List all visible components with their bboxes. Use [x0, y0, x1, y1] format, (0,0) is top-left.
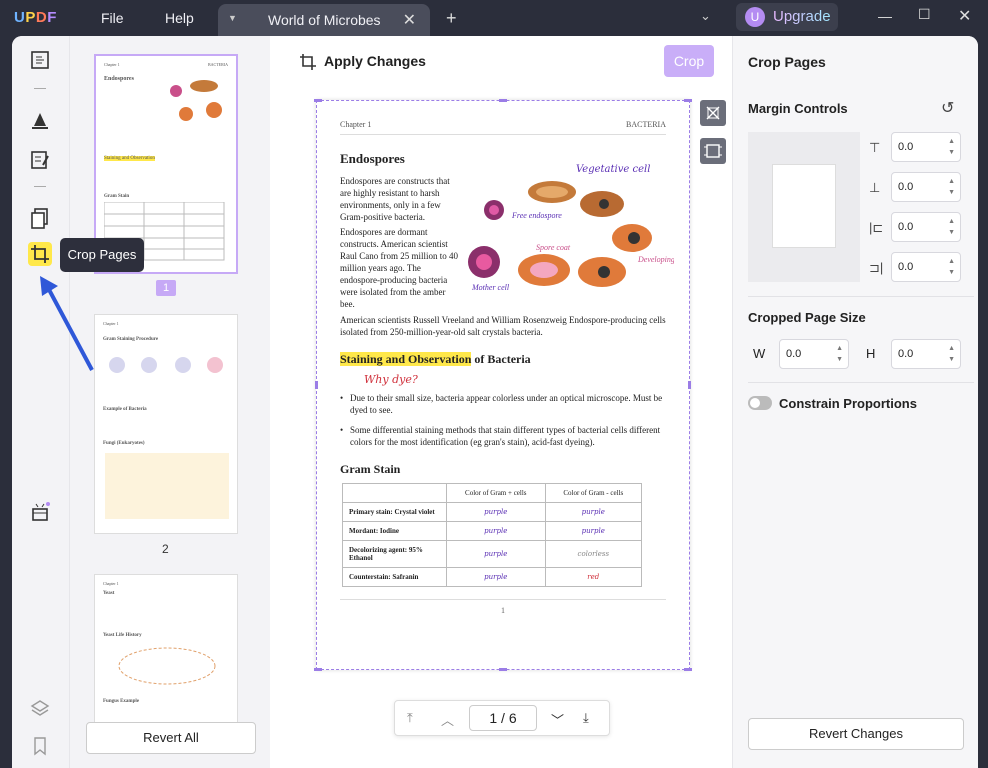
left-toolbar	[12, 36, 70, 768]
minimize-icon[interactable]: —	[878, 8, 892, 24]
margin-controls-label: Margin Controls	[748, 101, 848, 116]
new-tab-icon[interactable]: +	[446, 8, 457, 29]
title-bar: UPDF File Help ▼ World of Microbes ✕ + ⌄…	[0, 0, 988, 36]
crop-margin-icon[interactable]	[700, 138, 726, 164]
page-navigator: ⤒ ︿ 1 / 6 ﹀ ⤓	[394, 700, 610, 736]
prev-page-icon[interactable]: ︿	[441, 710, 454, 729]
crop-settings-panel: Crop Pages Margin Controls ↺ ⊤ ⊥ |⊏ ⊐| 0…	[732, 36, 978, 768]
constrain-proportions-toggle[interactable]	[748, 396, 772, 410]
page-label-1: 1	[156, 280, 176, 296]
cropped-size-label: Cropped Page Size	[748, 310, 866, 325]
upgrade-label: Upgrade	[773, 8, 831, 25]
upgrade-button[interactable]: U Upgrade	[736, 3, 838, 31]
width-label: W	[753, 346, 766, 361]
organize-pages-icon[interactable]	[28, 206, 52, 230]
last-page-icon[interactable]: ⤓	[583, 710, 589, 726]
revert-changes-button[interactable]: Revert Changes	[748, 718, 964, 750]
close-window-icon[interactable]: ✕	[958, 6, 971, 26]
edit-pdf-icon[interactable]	[28, 148, 52, 172]
pointer-arrow	[40, 276, 94, 371]
page-preview	[748, 132, 860, 282]
tab-dropdown-icon[interactable]: ▼	[228, 13, 237, 23]
height-input[interactable]: 0.0 ▲ ▼	[891, 339, 961, 369]
next-page-icon[interactable]: ﹀	[551, 710, 564, 729]
bottom-margin-input[interactable]: 0.0 ▲ ▼	[891, 172, 961, 202]
top-margin-input[interactable]: 0.0 ▲ ▼	[891, 132, 961, 162]
main-window: Crop Pages Chapter 1 BACTERIA Endospores …	[12, 36, 978, 768]
maximize-icon[interactable]: ☐	[918, 6, 931, 23]
height-label: H	[866, 346, 876, 361]
crop-icon	[300, 54, 316, 70]
page-thumbnail-2[interactable]: Chapter 1 Gram Staining Procedure Exampl…	[94, 314, 238, 534]
page-label-2: 2	[162, 542, 169, 556]
right-margin-icon: ⊐|	[869, 260, 884, 275]
chevron-down-icon[interactable]: ⌄	[700, 8, 711, 24]
page-thumbnail-3[interactable]: Chapter 1 Yeast Yeast Life History Fungu…	[94, 574, 238, 724]
left-margin-icon: |⊏	[869, 220, 884, 235]
divider	[748, 296, 974, 297]
document-view: Apply Changes Crop Chapter 1 BACTERIA En…	[270, 36, 732, 768]
revert-all-button[interactable]: Revert All	[86, 722, 256, 754]
crop-handle[interactable]	[688, 381, 691, 389]
crop-handle[interactable]	[684, 99, 692, 102]
crop-handle[interactable]	[499, 99, 507, 102]
apply-changes-button[interactable]: Apply Changes	[324, 53, 426, 69]
constrain-label: Constrain Proportions	[779, 396, 917, 411]
reader-icon[interactable]	[28, 48, 52, 72]
divider	[34, 186, 46, 187]
thumbnail-panel: Chapter 1 BACTERIA Endospores Staining an…	[70, 36, 270, 768]
fit-page-icon[interactable]	[700, 100, 726, 126]
crop-pages-tooltip: Crop Pages	[60, 238, 144, 272]
crop-handle[interactable]	[499, 668, 507, 671]
layers-icon[interactable]	[28, 696, 52, 720]
menu-file[interactable]: File	[101, 10, 124, 26]
page-input[interactable]: 1 / 6	[469, 705, 537, 731]
reset-icon[interactable]: ↺	[941, 98, 954, 118]
tab-title: World of Microbes	[268, 12, 381, 28]
right-margin-input[interactable]: 0.0 ▲ ▼	[891, 252, 961, 282]
crop-handle[interactable]	[315, 381, 318, 389]
width-input[interactable]: 0.0 ▲ ▼	[779, 339, 849, 369]
avatar: U	[745, 7, 765, 27]
divider	[34, 88, 46, 89]
crop-handle[interactable]	[314, 668, 322, 671]
crop-box[interactable]	[316, 100, 690, 670]
document-tab[interactable]: ▼ World of Microbes ✕	[218, 4, 430, 36]
updf-logo: UPDF	[14, 9, 57, 26]
crop-handle[interactable]	[314, 99, 322, 102]
crop-pages-icon[interactable]	[28, 242, 52, 266]
top-margin-icon: ⊤	[869, 140, 881, 155]
comment-icon[interactable]	[28, 108, 52, 132]
close-tab-icon[interactable]: ✕	[403, 10, 416, 30]
left-margin-input[interactable]: 0.0 ▲ ▼	[891, 212, 961, 242]
first-page-icon[interactable]: ⤒	[407, 710, 413, 726]
crop-button[interactable]: Crop	[664, 45, 714, 77]
bottom-margin-icon: ⊥	[869, 180, 881, 195]
menu-help[interactable]: Help	[165, 10, 194, 26]
ai-assistant-icon[interactable]	[28, 500, 52, 524]
divider	[748, 382, 974, 383]
panel-title: Crop Pages	[748, 54, 826, 70]
bookmark-icon[interactable]	[28, 734, 52, 758]
crop-handle[interactable]	[684, 668, 692, 671]
